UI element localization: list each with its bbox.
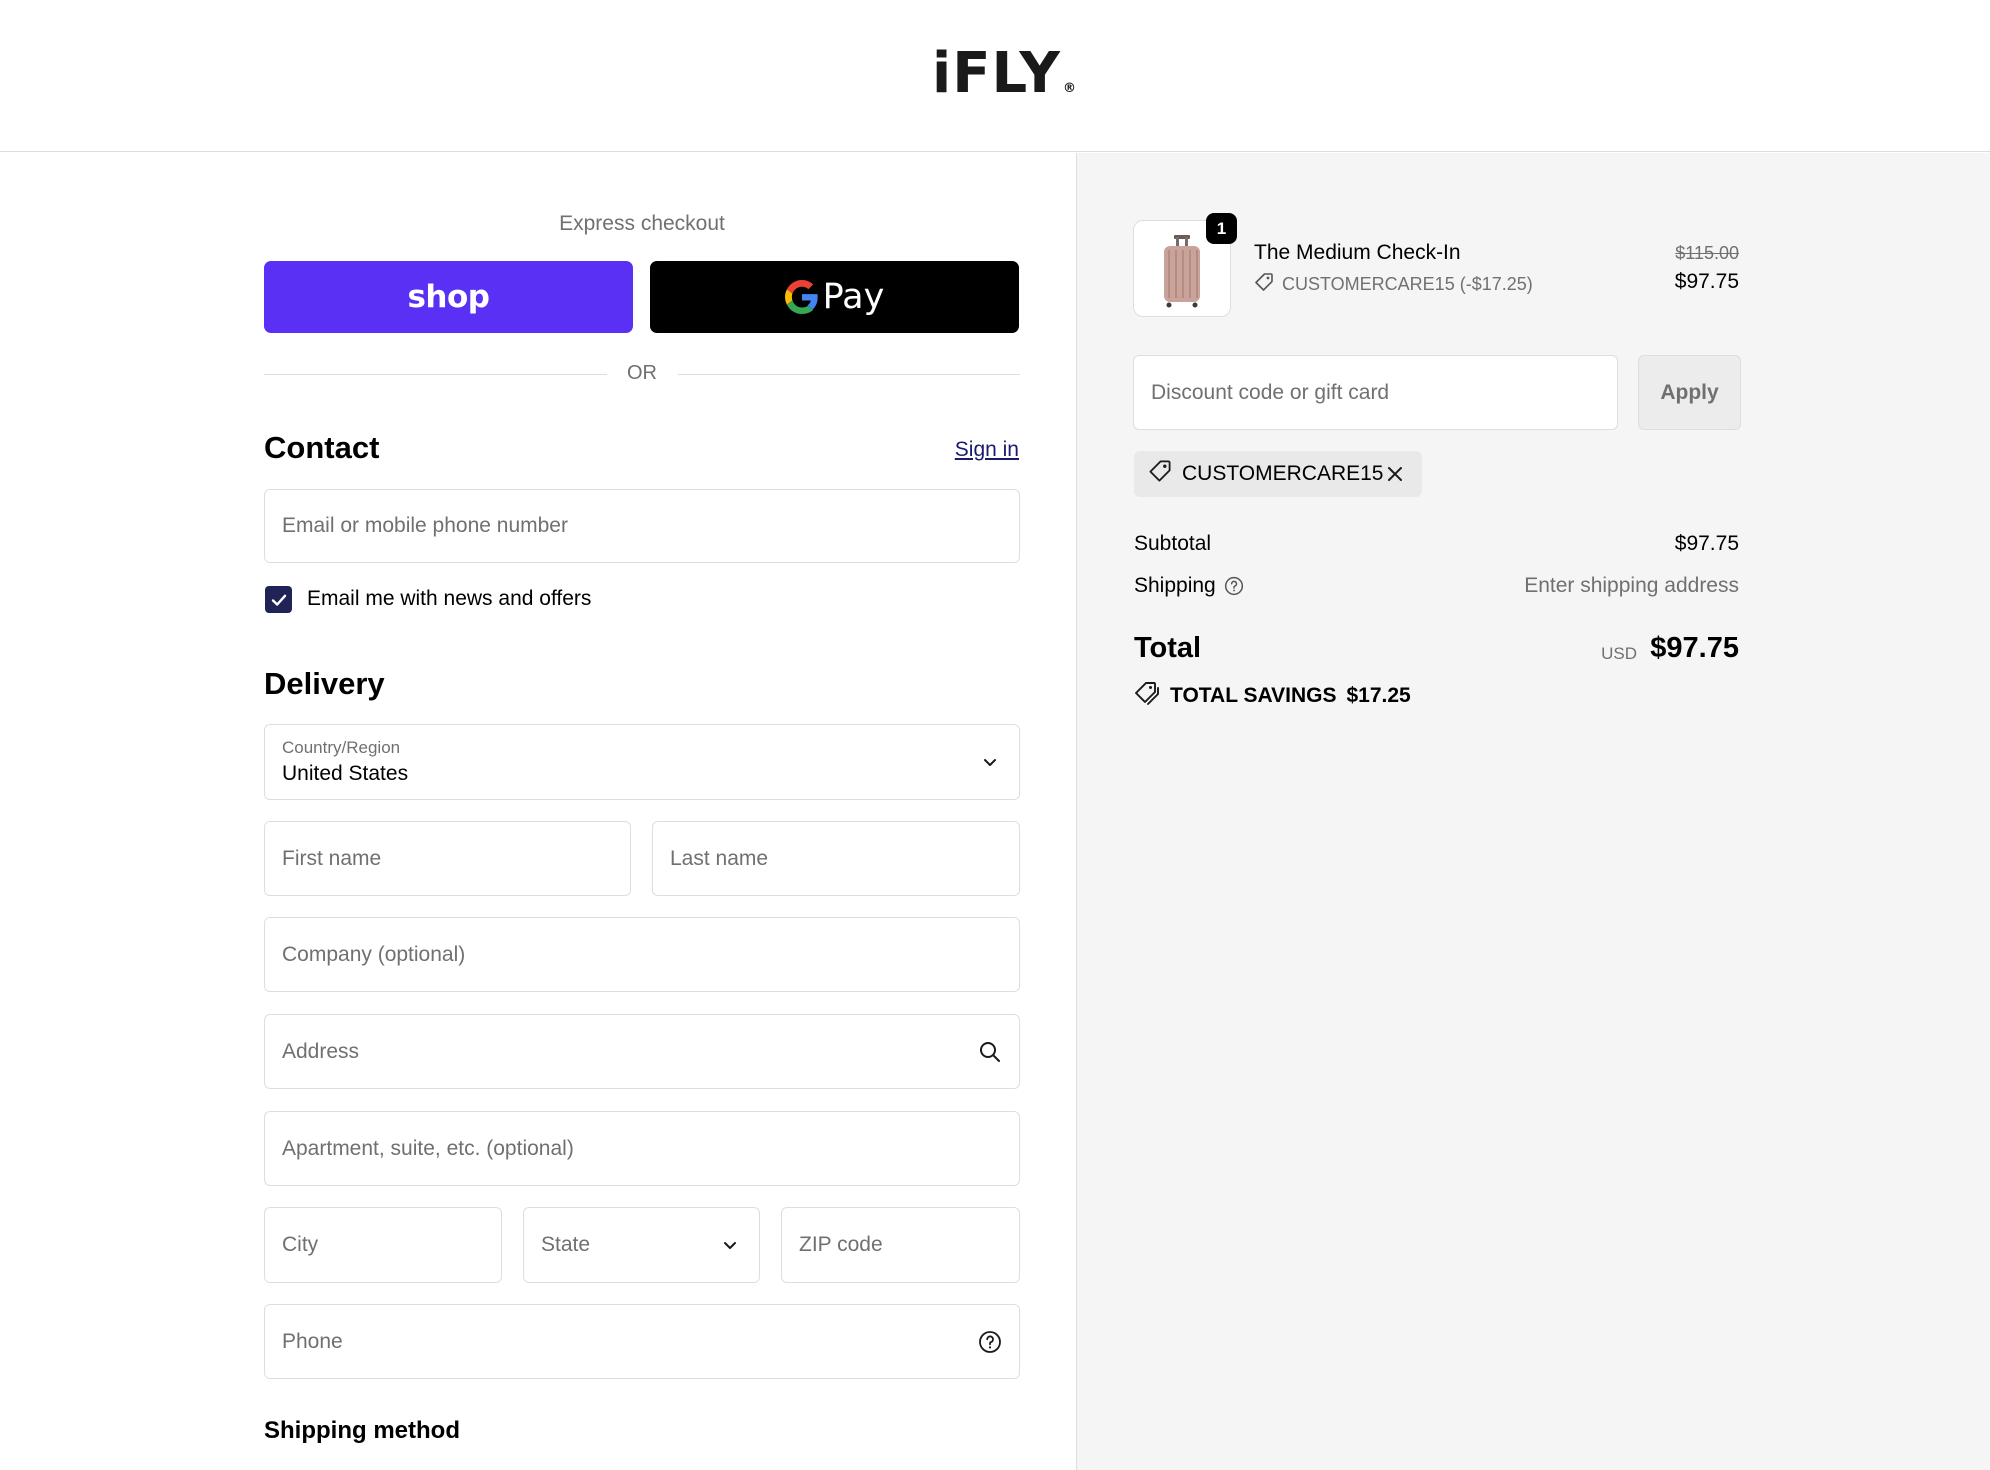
chevron-down-icon — [977, 749, 1003, 775]
last-name-placeholder: Last name — [670, 846, 769, 870]
country-select[interactable]: Country/Region United States — [264, 724, 1020, 800]
apartment-field[interactable]: Apartment, suite, etc. (optional) — [264, 1111, 1020, 1186]
google-pay-label: Pay — [822, 277, 885, 317]
shipping-label: Shipping — [1134, 574, 1216, 597]
shipping-row-label: Shipping — [1134, 574, 1244, 598]
state-select[interactable]: State — [523, 1207, 760, 1283]
delivery-heading: Delivery — [264, 666, 385, 701]
order-summary-panel — [1076, 153, 1990, 1470]
close-icon[interactable] — [1382, 461, 1408, 487]
last-name-field[interactable]: Last name — [652, 821, 1020, 896]
country-label: Country/Region — [282, 738, 401, 757]
checkmark-icon — [271, 594, 286, 606]
state-placeholder: State — [541, 1233, 591, 1256]
discount-code-field[interactable]: Discount code or gift card — [1133, 355, 1618, 430]
phone-placeholder: Phone — [282, 1329, 343, 1353]
applied-discount-chip: CUSTOMERCARE15 — [1134, 451, 1422, 497]
total-value: $97.75 — [1650, 632, 1739, 664]
applied-discount-code: CUSTOMERCARE15 — [1182, 462, 1384, 485]
phone-field[interactable]: Phone — [264, 1304, 1020, 1379]
total-savings-label: TOTAL SAVINGS — [1170, 684, 1337, 707]
company-placeholder: Company (optional) — [282, 942, 466, 966]
site-header: iFLY ® — [0, 0, 1990, 152]
news-checkbox[interactable] — [265, 586, 292, 613]
company-field[interactable]: Company (optional) — [264, 917, 1020, 992]
first-name-placeholder: First name — [282, 846, 382, 870]
zip-code-field[interactable]: ZIP code — [781, 1207, 1020, 1283]
total-currency: USD — [1601, 644, 1637, 663]
shop-pay-label: shop — [407, 279, 490, 315]
express-checkout-label: Express checkout — [559, 212, 725, 235]
apply-button-label: Apply — [1660, 380, 1719, 404]
logo-registered-mark: ® — [1062, 81, 1077, 96]
sign-in-link[interactable]: Sign in — [900, 438, 1019, 462]
product-discount-text: CUSTOMERCARE15 (-$17.25) — [1282, 274, 1533, 294]
tags-icon — [1134, 680, 1160, 712]
discounted-price: $97.75 — [1674, 270, 1739, 293]
apartment-placeholder: Apartment, suite, etc. (optional) — [282, 1136, 574, 1160]
or-divider: OR — [264, 362, 1020, 388]
google-g-icon — [784, 280, 819, 314]
logo-text: iFLY — [932, 41, 1061, 106]
discount-code-placeholder: Discount code or gift card — [1151, 380, 1390, 404]
total-label: Total — [1134, 632, 1202, 664]
apply-button[interactable]: Apply — [1638, 355, 1741, 430]
original-price: $115.00 — [1675, 243, 1739, 263]
shipping-value: Enter shipping address — [1524, 574, 1739, 597]
shipping-method-heading: Shipping method — [264, 1417, 460, 1444]
city-placeholder: City — [282, 1233, 319, 1256]
tag-icon — [1254, 272, 1274, 297]
help-circle-icon[interactable] — [1224, 576, 1244, 596]
subtotal-value: $97.75 — [1674, 532, 1739, 555]
email-placeholder: Email or mobile phone number — [282, 514, 568, 537]
zip-code-placeholder: ZIP code — [799, 1233, 883, 1256]
google-pay-button[interactable]: Pay — [650, 261, 1019, 333]
first-name-field[interactable]: First name — [264, 821, 631, 896]
or-label: OR — [627, 362, 657, 384]
city-field[interactable]: City — [264, 1207, 502, 1283]
subtotal-label: Subtotal — [1134, 532, 1212, 555]
country-value: United States — [282, 762, 409, 785]
tag-icon — [1148, 459, 1172, 489]
product-name: The Medium Check-In — [1254, 241, 1461, 264]
quantity-badge: 1 — [1206, 213, 1237, 244]
address-field[interactable]: Address — [264, 1014, 1020, 1089]
total-savings-value: $17.25 — [1346, 684, 1411, 707]
shop-pay-button[interactable]: shop — [264, 261, 633, 333]
address-placeholder: Address — [282, 1039, 360, 1063]
news-checkbox-label[interactable]: Email me with news and offers — [307, 587, 591, 611]
help-circle-icon[interactable] — [977, 1329, 1003, 1355]
chevron-down-icon — [717, 1232, 743, 1258]
product-discount-line: CUSTOMERCARE15 (-$17.25) — [1254, 272, 1533, 297]
search-icon[interactable] — [977, 1039, 1003, 1065]
email-field[interactable]: Email or mobile phone number — [264, 489, 1020, 563]
ifly-logo[interactable]: iFLY ® — [932, 46, 1077, 102]
contact-heading: Contact — [264, 430, 380, 465]
total-savings: TOTAL SAVINGS $17.25 — [1134, 680, 1411, 712]
